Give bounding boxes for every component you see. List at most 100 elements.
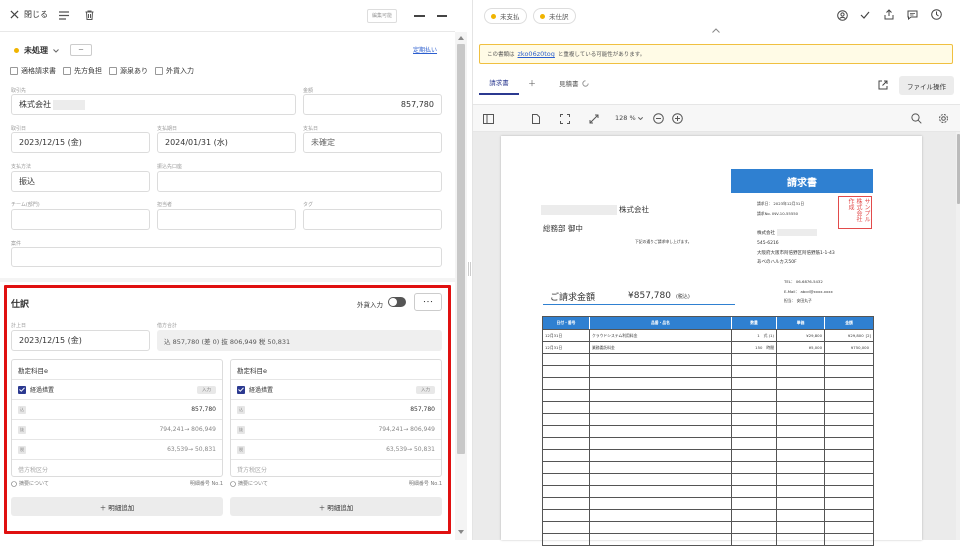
history-icon[interactable] [931, 9, 942, 20]
trash-icon[interactable] [85, 10, 94, 20]
table-row [543, 401, 873, 413]
dash-icon[interactable] [437, 15, 447, 17]
invoice-title: 請求書 [787, 177, 817, 189]
scroll-down-icon[interactable] [458, 530, 464, 534]
amount-field[interactable]: 857,780 [303, 94, 442, 115]
tag-field[interactable] [303, 209, 442, 230]
zoom-out-icon[interactable] [653, 113, 664, 124]
info-icon [230, 480, 236, 487]
table-cell [590, 510, 732, 521]
date-field[interactable]: 2023/12/15 (金) [11, 132, 150, 153]
add-tab-button[interactable]: ＋ [528, 78, 536, 89]
debit-excl-row[interactable]: 抜 794,241→ 806,949 [12, 419, 222, 439]
duplicate-link[interactable]: zko06z0tog [518, 50, 555, 58]
chevron-down-icon [53, 48, 59, 53]
credit-excl-row[interactable]: 抜 794,241→ 806,949 [231, 419, 441, 439]
table-cell [825, 426, 873, 437]
unjournal-pill[interactable]: 未仕訳 [533, 8, 576, 24]
comment-icon[interactable] [907, 10, 918, 20]
gear-icon[interactable] [938, 113, 949, 124]
checkbox-foreign-currency[interactable]: 外貨入力 [155, 66, 194, 76]
paydate-field[interactable]: 未確定 [303, 132, 442, 153]
status-dropdown[interactable]: 未処理 [14, 45, 59, 56]
table-cell [777, 390, 825, 401]
debit-add-button[interactable]: ＋ 明細追加 [11, 497, 223, 516]
due-field[interactable]: 2024/01/31 (水) [157, 132, 296, 153]
user-icon[interactable] [837, 10, 848, 21]
checkbox-checked-icon[interactable] [237, 385, 245, 394]
close-button[interactable]: 閉じる [10, 9, 48, 20]
fit-page-icon[interactable] [560, 114, 570, 124]
credit-amount-row[interactable]: 込 857,780 [231, 399, 441, 419]
loading-icon [581, 79, 589, 87]
table-cell [732, 510, 777, 521]
left-scrollbar[interactable] [455, 32, 467, 540]
table-cell [543, 402, 590, 413]
external-link-icon[interactable] [878, 80, 888, 90]
fit-width-icon[interactable] [589, 114, 599, 124]
fx-toggle[interactable] [388, 297, 406, 307]
table-cell [732, 522, 777, 533]
menu-icon[interactable] [59, 11, 69, 20]
minimize-icon[interactable] [414, 15, 425, 17]
input-badge[interactable]: 入力 [416, 385, 435, 394]
account-field[interactable] [157, 171, 442, 192]
tab-estimate[interactable]: 見積書 [559, 78, 589, 88]
person-field[interactable] [157, 209, 296, 230]
partner-field[interactable]: 株式会社 [11, 94, 296, 115]
table-cell [543, 438, 590, 449]
unpaid-pill[interactable]: 未支払 [484, 8, 527, 24]
checkbox-withholding[interactable]: 源泉あり [109, 66, 148, 76]
collapse-chevron-icon[interactable] [712, 28, 720, 33]
table-row: 12月31日 業務委託料金 150 時間 ¥5,000 ¥750,000 [543, 341, 873, 353]
table-cell [777, 510, 825, 521]
tab-invoice[interactable]: 請求書 [479, 74, 519, 95]
check-icon[interactable] [860, 11, 870, 19]
table-cell [825, 402, 873, 413]
debit-amount-row[interactable]: 込 857,780 [12, 399, 222, 419]
credit-add-button[interactable]: ＋ 明細追加 [230, 497, 442, 516]
checkbox-checked-icon[interactable] [18, 385, 26, 394]
debit-account[interactable]: 勘定科目e [12, 360, 222, 379]
tax-icon: 税 [18, 445, 26, 454]
checkbox-invoice[interactable]: 適格請求書 [10, 66, 56, 76]
viewer-scrollbar[interactable] [956, 132, 960, 540]
table-cell [825, 498, 873, 509]
debit-column: 勘定科目e 経過措置 入力 込 857,780 抜 794,241→ 806,949… [11, 359, 223, 477]
status-sub-button[interactable]: － [70, 44, 92, 56]
sender-rep: 担当： 安田丸子 [784, 298, 812, 303]
sidebar-toggle-icon[interactable] [483, 114, 494, 124]
checkbox-sender-burden[interactable]: 先方負担 [63, 66, 102, 76]
debit-tax-row[interactable]: 税 63,539→ 50,831 [12, 439, 222, 459]
zoom-level[interactable]: 128 % [615, 114, 643, 122]
table-cell [825, 522, 873, 533]
subject-field[interactable] [11, 247, 442, 267]
credit-tax-class[interactable]: 貸方税区分 [231, 459, 441, 476]
table-cell [732, 366, 777, 377]
file-ops-button[interactable]: ファイル操作 [899, 76, 954, 95]
input-badge[interactable]: 入力 [197, 385, 216, 394]
toggle-knob-icon [389, 298, 397, 306]
table-row [543, 425, 873, 437]
more-button[interactable]: ･･･ [414, 293, 442, 311]
credit-tax-row[interactable]: 税 63,539→ 50,831 [231, 439, 441, 459]
viewer-toolbar: 128 % [473, 104, 960, 132]
zoom-in-icon[interactable] [672, 113, 683, 124]
page-icon[interactable] [532, 114, 540, 124]
table-cell [543, 462, 590, 473]
table-cell [732, 462, 777, 473]
tax-icon: 税 [237, 445, 245, 454]
team-field[interactable] [11, 209, 150, 230]
splitter-handle[interactable] [468, 262, 471, 276]
table-cell [590, 438, 732, 449]
search-icon[interactable] [911, 113, 922, 124]
table-header-cell: 金額 [845, 320, 853, 325]
credit-account[interactable]: 勘定科目e [231, 360, 441, 379]
scroll-up-icon[interactable] [458, 36, 464, 40]
scroll-thumb[interactable] [457, 44, 465, 454]
method-field[interactable]: 振込 [11, 171, 150, 192]
share-icon[interactable] [884, 9, 894, 20]
journal-date-field[interactable]: 2023/12/15 (金) [11, 330, 150, 351]
recurring-link[interactable]: 定期払い [413, 45, 437, 54]
debit-tax-class[interactable]: 借方税区分 [12, 459, 222, 476]
